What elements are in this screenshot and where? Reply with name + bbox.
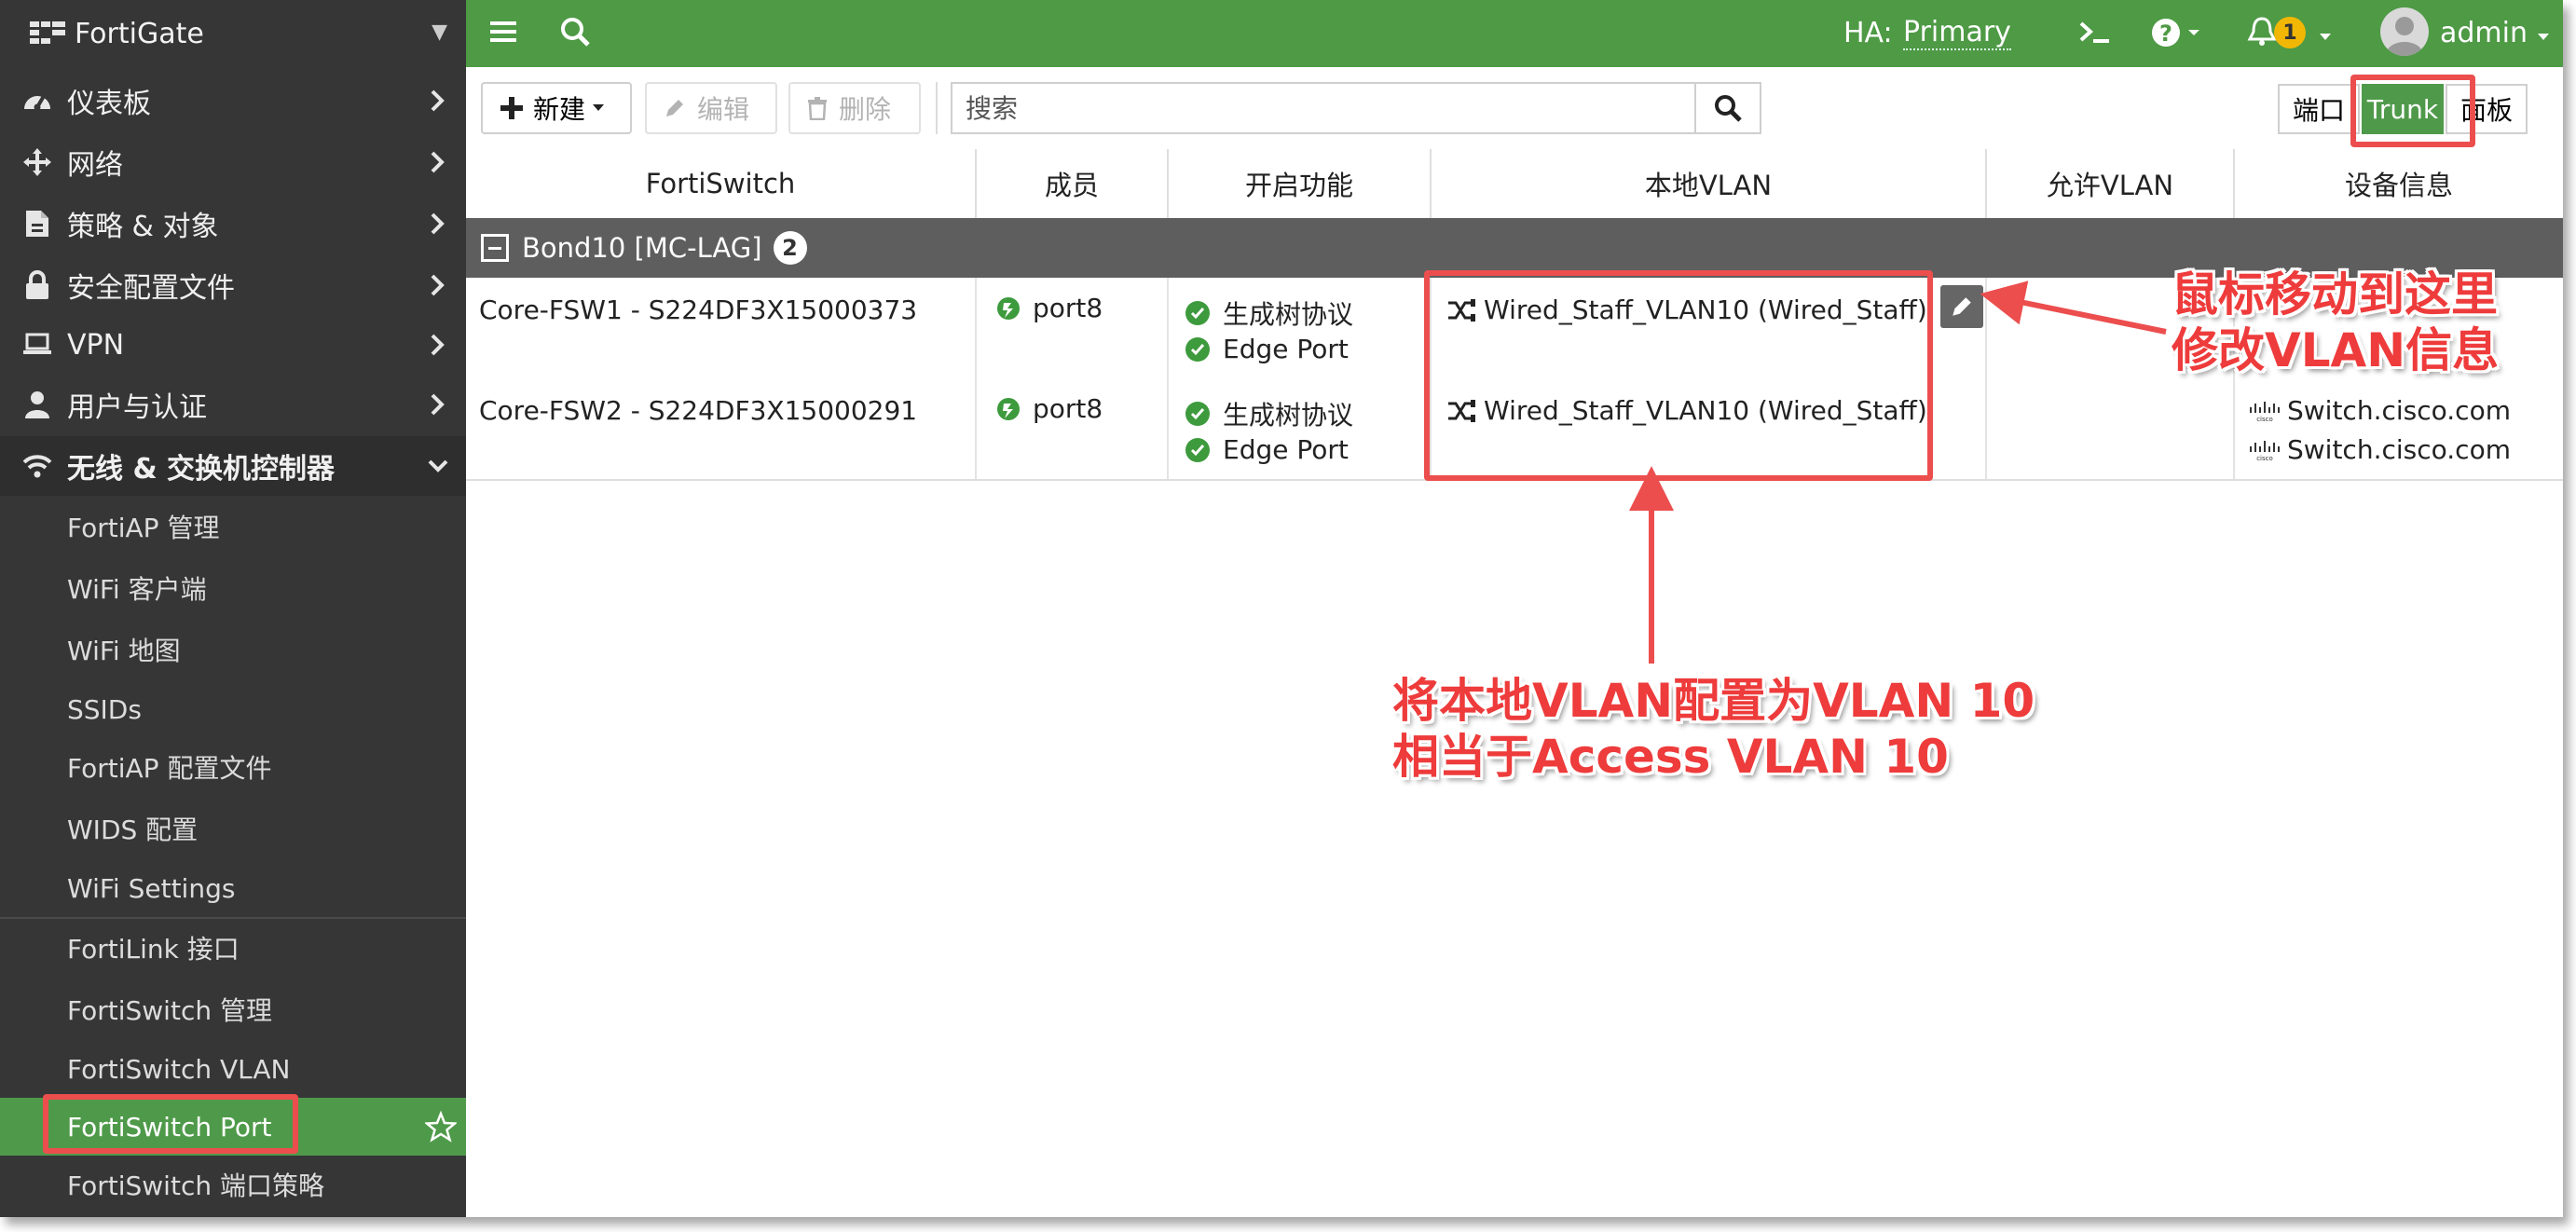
- annotation-line: 修改VLAN信息: [2172, 323, 2500, 377]
- annotation-arrows: [1629, 281, 2167, 664]
- annotation-line: 鼠标移动到这里: [2172, 267, 2498, 322]
- app-window: FortiGate ▼ 仪表板 网络 策略 & 对象 安全配置文件 VPN 用户…: [0, 0, 2563, 1217]
- annotation-line: 相当于Access VLAN 10: [1392, 730, 1949, 784]
- annotation-vlan-hint: 将本地VLAN配置为VLAN 10 相当于Access VLAN 10: [1392, 673, 2035, 785]
- arrow-to-edit-button: [1980, 281, 2167, 335]
- annotation-line: 将本地VLAN配置为VLAN 10: [1392, 674, 2035, 728]
- annotation-edit-hint: 鼠标移动到这里 修改VLAN信息: [2172, 267, 2499, 378]
